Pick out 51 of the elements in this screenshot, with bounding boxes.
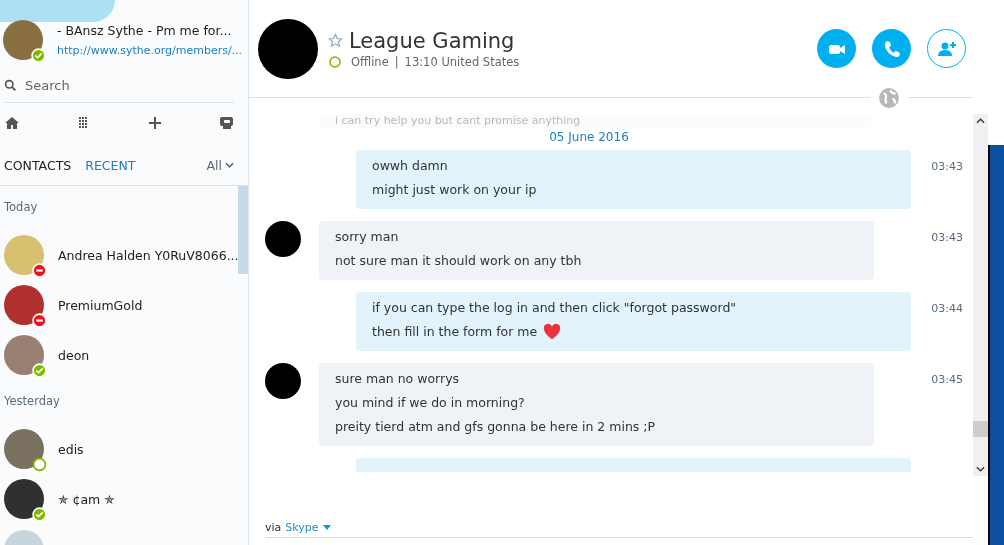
dropdown-triangle-icon xyxy=(322,524,331,530)
search-field[interactable]: Search xyxy=(25,78,205,93)
profile-mood-link[interactable]: http://www.sythe.org/members/... xyxy=(57,44,243,57)
message-text: you mind if we do in morning? xyxy=(335,395,526,411)
message-text: preity tierd atm and gfs gonna be here in 2 mins ;P xyxy=(335,419,657,435)
tab[interactable]: RECENT xyxy=(85,157,136,173)
separator-text: | xyxy=(394,54,399,69)
message-text: then fill in the form for me xyxy=(372,324,895,340)
message-time: 03:45 xyxy=(931,372,964,386)
search-icon xyxy=(4,79,17,92)
scrollbar-thumb[interactable] xyxy=(238,186,248,274)
contact-name[interactable]: Andrea Halden Y0RuV8066... xyxy=(58,247,239,263)
message-time: 03:44 xyxy=(931,301,964,315)
tab[interactable]: CONTACTS xyxy=(4,157,72,173)
group-header: Today xyxy=(4,199,39,216)
scroll-down-icon[interactable] xyxy=(976,466,985,472)
message-text: sure man no worrys xyxy=(335,371,461,387)
message-time: 03:43 xyxy=(931,159,964,173)
chevron-down-icon xyxy=(225,162,234,168)
via-label: via xyxy=(265,520,282,534)
message-text: not sure man it should work on any tbh xyxy=(335,253,583,269)
star-icon[interactable] xyxy=(328,33,343,48)
message-text: owwh damn xyxy=(372,158,449,174)
contact-name[interactable]: PremiumGold xyxy=(58,297,143,313)
group-header: Yesterday xyxy=(4,393,61,410)
status-text: Offline xyxy=(351,54,389,69)
message-text: might just work on your ip xyxy=(372,182,538,198)
filter-dropdown[interactable]: All xyxy=(206,157,234,173)
contact-name[interactable]: deon xyxy=(58,347,90,363)
message-text: sorry man xyxy=(335,229,400,245)
home-icon[interactable] xyxy=(4,115,20,131)
bot-icon[interactable] xyxy=(218,115,234,131)
video-call-button[interactable] xyxy=(817,29,856,68)
chat-title: League Gaming xyxy=(349,28,515,53)
profile-name: - BAnsz Sythe - Pm me for... xyxy=(57,23,233,38)
scrollbar[interactable] xyxy=(973,114,988,476)
scrollbar-thumb[interactable] xyxy=(973,421,988,437)
voice-call-button[interactable] xyxy=(872,29,911,68)
faded-message-bubble: i can try help you but cant promise anything xyxy=(319,114,871,128)
sender-avatar xyxy=(265,363,301,399)
contact-name[interactable]: edis xyxy=(58,441,84,457)
local-time: 13:10 United States xyxy=(404,54,520,69)
sender-avatar xyxy=(265,221,301,257)
add-contact-button[interactable] xyxy=(927,29,966,68)
service-dropdown[interactable]: Skype xyxy=(285,520,331,534)
scroll-up-icon[interactable] xyxy=(976,118,985,124)
message-text: if you can type the log in and then click "forgot password" xyxy=(372,300,738,316)
date-divider: 05 June 2016 xyxy=(548,130,630,144)
contact-name[interactable]: ✯ ¢am ✯ xyxy=(58,491,115,507)
plus-icon[interactable] xyxy=(146,115,163,131)
message-time: 03:43 xyxy=(931,230,964,244)
